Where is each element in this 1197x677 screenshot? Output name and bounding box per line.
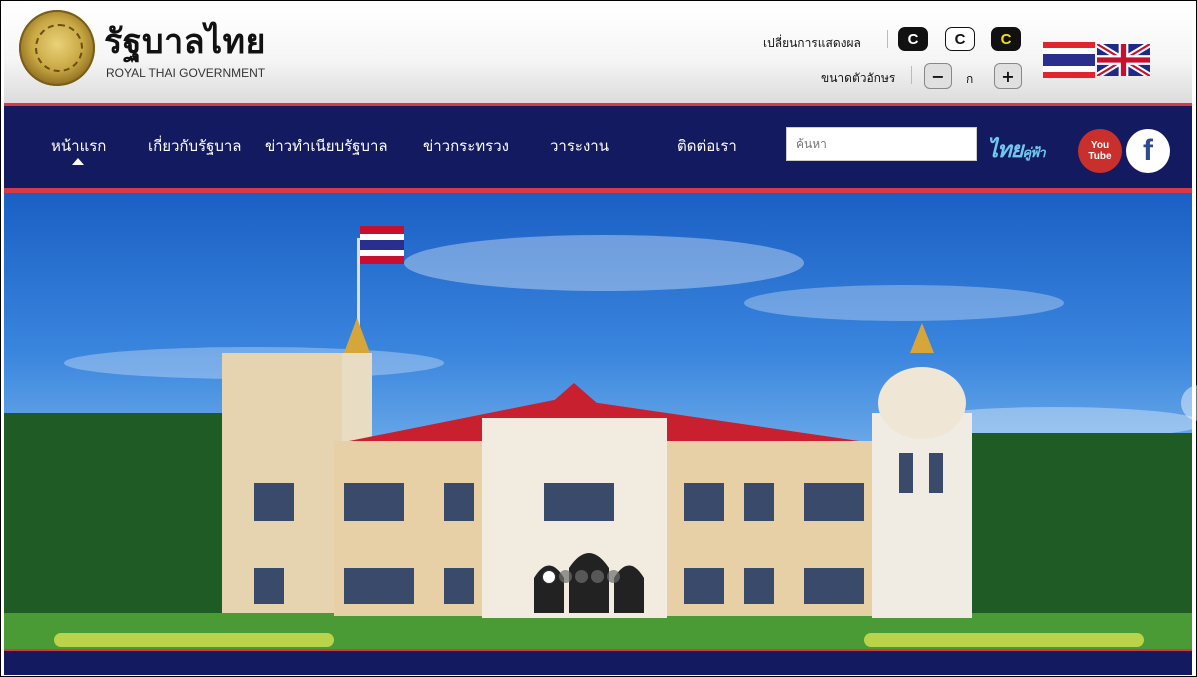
government-seal-logo[interactable] — [19, 10, 95, 86]
nav-item-agenda[interactable]: วาระงาน — [550, 134, 609, 158]
site-title[interactable]: รัฐบาลไทย — [104, 14, 266, 68]
nav-item-government-house-news[interactable]: ข่าวทำเนียบรัฐบาล — [265, 134, 388, 158]
youtube-icon[interactable]: You Tube — [1078, 129, 1122, 173]
site-subtitle: ROYAL THAI GOVERNMENT — [106, 66, 266, 80]
slider-dot[interactable] — [542, 570, 556, 584]
font-size-label: ขนาดตัวอักษร — [821, 71, 896, 85]
contrast-white-button[interactable]: C — [945, 27, 975, 51]
slider-dot[interactable] — [591, 570, 604, 583]
separator — [911, 66, 912, 84]
display-mode-label: เปลี่ยนการแสดงผล — [763, 36, 861, 50]
thai-logo-small-text: คู่ฟ้า — [1022, 146, 1045, 161]
active-indicator-icon — [72, 158, 84, 165]
contrast-yellow-button[interactable]: C — [991, 27, 1021, 51]
uk-flag-icon[interactable] — [1097, 44, 1150, 76]
slider-dot[interactable] — [559, 570, 572, 583]
slider-dot[interactable] — [575, 570, 588, 583]
youtube-bottom-text: Tube — [1088, 151, 1112, 162]
nav-item-contact[interactable]: ติดต่อเรา — [677, 134, 737, 158]
content-bar — [4, 651, 1192, 675]
font-decrease-button[interactable]: − — [924, 63, 952, 89]
font-increase-button[interactable]: + — [994, 63, 1022, 89]
font-normal-button[interactable]: ก — [966, 70, 973, 89]
thai-logo-text: ไทย — [987, 138, 1023, 163]
thai-flag-icon[interactable] — [1043, 42, 1095, 78]
slider-dots — [542, 570, 620, 584]
nav-item-ministry-news[interactable]: ข่าวกระทรวง — [423, 134, 509, 158]
nav-item-home[interactable]: หน้าแรก — [51, 134, 106, 158]
slider-dot[interactable] — [607, 570, 620, 583]
search-input[interactable] — [786, 127, 977, 161]
facebook-icon[interactable]: f — [1126, 129, 1170, 173]
youtube-top-text: You — [1090, 140, 1110, 151]
thai-khu-fa-logo[interactable]: ไทยคู่ฟ้า — [987, 132, 1046, 167]
nav-item-about[interactable]: เกี่ยวกับรัฐบาล — [148, 134, 242, 158]
contrast-normal-button[interactable]: C — [898, 27, 928, 51]
separator — [887, 30, 888, 48]
